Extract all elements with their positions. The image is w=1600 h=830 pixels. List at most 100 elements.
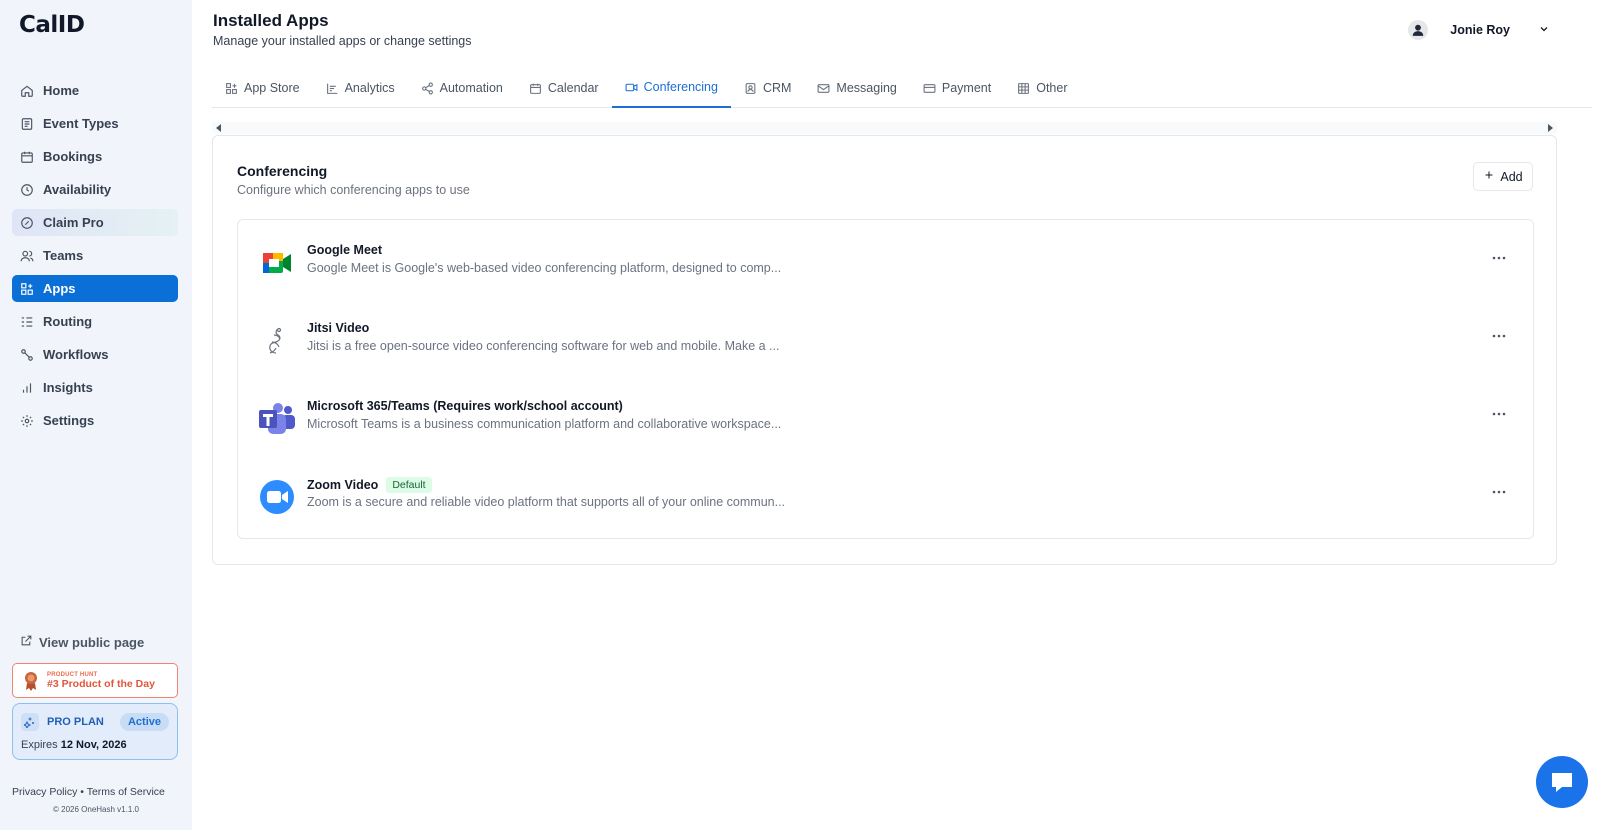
sidebar-item-label: Settings: [43, 413, 95, 428]
sidebar-item-label: Bookings: [43, 149, 103, 164]
terms-of-service-link[interactable]: Terms of Service: [87, 786, 165, 798]
grid-icon: [1017, 82, 1030, 95]
pro-plan-label: PRO PLAN: [47, 716, 104, 728]
sidebar-item-insights[interactable]: Insights: [12, 374, 178, 401]
jitsi-icon: [258, 322, 296, 360]
sidebar-item-bookings[interactable]: Bookings: [12, 143, 178, 170]
tab-app-store[interactable]: App Store: [212, 68, 313, 108]
sidebar-item-label: Workflows: [43, 347, 109, 362]
main-content: Installed Apps Manage your installed app…: [192, 0, 1600, 830]
footer-separator: •: [80, 786, 84, 798]
sidebar-item-settings[interactable]: Settings: [12, 407, 178, 434]
tab-calendar[interactable]: Calendar: [516, 68, 612, 108]
pro-plan-card[interactable]: PRO PLAN Active Expires 12 Nov, 2026: [12, 703, 178, 760]
calendar-icon: [529, 82, 542, 95]
view-public-page-link[interactable]: View public page: [20, 634, 144, 650]
tab-label: Messaging: [836, 81, 897, 95]
user-menu[interactable]: Jonie Roy: [1408, 20, 1550, 40]
app-name: Microsoft 365/Teams (Requires work/schoo…: [307, 399, 623, 413]
plus-icon: [1483, 169, 1495, 184]
microsoft-teams-icon: [258, 400, 296, 438]
sidebar-item-label: Claim Pro: [43, 215, 104, 230]
sidebar-item-routing[interactable]: Routing: [12, 308, 178, 335]
tab-crm[interactable]: CRM: [731, 68, 804, 108]
footer-links: Privacy Policy • Terms of Service: [12, 786, 180, 798]
home-icon: [20, 84, 34, 98]
sidebar: CalID Home Event Types Bookings Availabi…: [0, 0, 192, 830]
analytics-icon: [326, 82, 339, 95]
ellipsis-icon: [1492, 412, 1506, 416]
conferencing-panel: Conferencing Configure which conferencin…: [212, 135, 1557, 565]
page-subtitle: Manage your installed apps or change set…: [213, 34, 472, 48]
logo[interactable]: CalID: [19, 12, 85, 38]
avatar: [1408, 20, 1429, 40]
tab-payment[interactable]: Payment: [910, 68, 1004, 108]
tab-label: Payment: [941, 81, 992, 95]
section-title: Conferencing: [237, 163, 328, 179]
app-description: Google Meet is Google's web-based video …: [307, 261, 782, 275]
tab-analytics[interactable]: Analytics: [313, 68, 408, 108]
tab-messaging[interactable]: Messaging: [804, 68, 909, 108]
list-item[interactable]: Zoom Video Default Zoom is a secure and …: [238, 454, 1533, 534]
tab-automation[interactable]: Automation: [408, 68, 516, 108]
list-item[interactable]: Jitsi Video Jitsi is a free open-source …: [238, 298, 1533, 378]
app-description: Jitsi is a free open-source video confer…: [307, 339, 780, 353]
ellipsis-icon: [1492, 490, 1506, 494]
tab-label: Analytics: [344, 81, 395, 95]
sidebar-item-availability[interactable]: Availability: [12, 176, 178, 203]
list-item[interactable]: Microsoft 365/Teams (Requires work/schoo…: [238, 376, 1533, 456]
view-public-page-label: View public page: [39, 634, 145, 650]
category-tabs: App Store Analytics Automation Calendar …: [212, 68, 1592, 108]
page-title: Installed Apps: [213, 11, 329, 30]
video-icon: [625, 81, 638, 94]
horizontal-scrollbar[interactable]: [212, 122, 1557, 134]
credit-card-icon: [923, 82, 936, 95]
sidebar-item-teams[interactable]: Teams: [12, 242, 178, 269]
workflow-icon: [20, 348, 34, 362]
calendar-icon: [20, 150, 34, 164]
claim-pro-icon: [20, 216, 34, 230]
more-options-button[interactable]: [1491, 406, 1507, 422]
chat-support-button[interactable]: [1536, 756, 1588, 808]
sparkles-icon: [21, 713, 39, 731]
app-name: Zoom Video Default: [307, 477, 432, 493]
list-item[interactable]: Google Meet Google Meet is Google's web-…: [238, 220, 1533, 300]
status-badge: Active: [119, 713, 169, 731]
sidebar-item-claim-pro[interactable]: Claim Pro: [12, 209, 178, 236]
external-link-icon: [20, 634, 33, 650]
app-name: Jitsi Video: [307, 321, 369, 335]
copyright: © 2026 OneHash v1.1.0: [53, 805, 139, 814]
expires-date: 12 Nov, 2026: [60, 739, 127, 751]
sidebar-item-label: Routing: [43, 314, 93, 329]
tab-other[interactable]: Other: [1004, 68, 1080, 108]
sidebar-item-workflows[interactable]: Workflows: [12, 341, 178, 368]
sidebar-item-home[interactable]: Home: [12, 77, 178, 104]
sidebar-item-label: Event Types: [43, 116, 119, 131]
product-hunt-badge[interactable]: PRODUCT HUNT #3 Product of the Day: [12, 663, 178, 698]
chat-icon: [1552, 773, 1572, 792]
sidebar-item-label: Home: [43, 83, 80, 98]
add-button[interactable]: Add: [1473, 162, 1533, 191]
scroll-left-icon[interactable]: [216, 124, 221, 132]
scroll-right-icon[interactable]: [1548, 124, 1553, 132]
product-hunt-title: #3 Product of the Day: [47, 677, 155, 690]
tab-conferencing[interactable]: Conferencing: [611, 68, 731, 108]
contact-icon: [744, 82, 757, 95]
apps-icon: [20, 282, 34, 296]
more-options-button[interactable]: [1491, 484, 1507, 500]
privacy-policy-link[interactable]: Privacy Policy: [12, 786, 77, 798]
gear-icon: [20, 414, 34, 428]
app-name-label: Microsoft 365/Teams (Requires work/schoo…: [307, 399, 623, 413]
more-options-button[interactable]: [1491, 250, 1507, 266]
sidebar-item-label: Availability: [43, 182, 112, 197]
app-description: Zoom is a secure and reliable video plat…: [307, 495, 786, 509]
pro-plan-expiry: Expires 12 Nov, 2026: [21, 739, 169, 751]
app-store-icon: [225, 82, 238, 95]
ellipsis-icon: [1492, 334, 1506, 338]
sidebar-item-apps[interactable]: Apps: [12, 275, 178, 302]
more-options-button[interactable]: [1491, 328, 1507, 344]
sidebar-item-event-types[interactable]: Event Types: [12, 110, 178, 137]
section-subtitle: Configure which conferencing apps to use: [237, 183, 470, 197]
user-name: Jonie Roy: [1450, 23, 1510, 37]
sidebar-item-label: Teams: [43, 248, 84, 263]
